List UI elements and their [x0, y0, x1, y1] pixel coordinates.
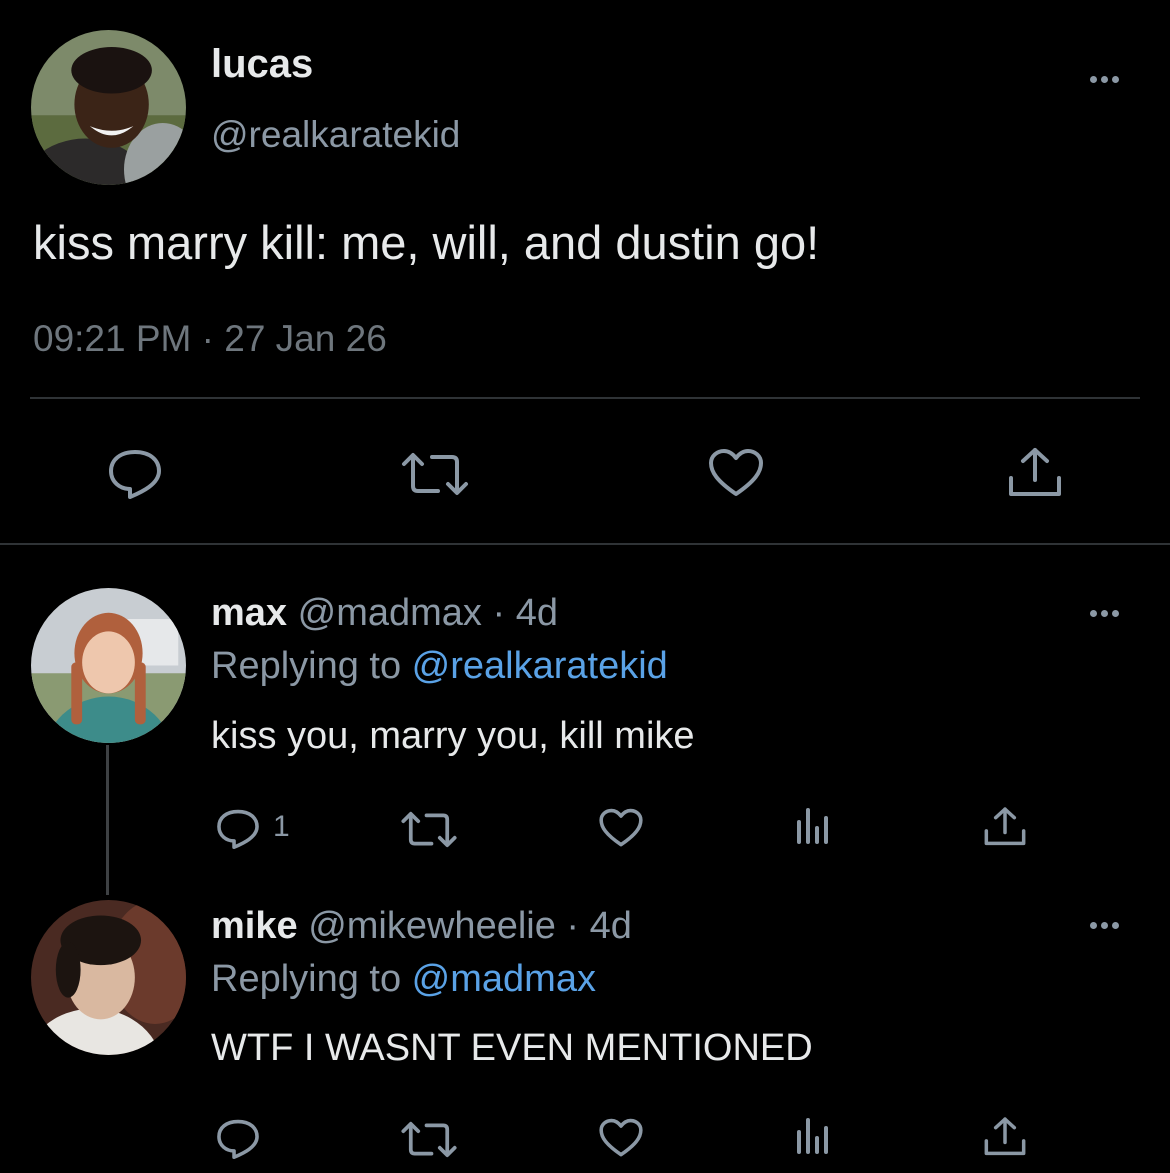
avatar-max-image: [31, 588, 186, 743]
replying-to: Replying to @madmax: [211, 958, 596, 1001]
reply-author-name[interactable]: mike: [211, 905, 298, 947]
retweet-icon[interactable]: [400, 811, 458, 848]
section-divider: [0, 543, 1170, 545]
author-name[interactable]: lucas: [211, 42, 313, 87]
analytics-icon[interactable]: [795, 806, 831, 846]
more-options-icon[interactable]: [1084, 70, 1125, 89]
reply-header: mike @mikewheelie · 4d: [211, 905, 632, 948]
reply-count: 1: [273, 810, 290, 843]
like-icon[interactable]: [707, 448, 765, 498]
reply-author-handle[interactable]: @madmax: [298, 592, 482, 634]
reply-age: · 4d: [566, 905, 632, 947]
analytics-icon[interactable]: [795, 1116, 831, 1156]
avatar-mike[interactable]: [31, 900, 186, 1055]
reply-text: WTF I WASNT EVEN MENTIONED: [211, 1027, 813, 1069]
more-options-icon[interactable]: [1084, 916, 1125, 935]
replying-to-link[interactable]: @realkaratekid: [412, 645, 668, 687]
replying-to-link[interactable]: @madmax: [412, 958, 596, 1000]
share-icon[interactable]: [983, 1116, 1027, 1158]
author-handle[interactable]: @realkaratekid: [211, 114, 460, 156]
tweet-timestamp: 09:21 PM · 27 Jan 26: [33, 318, 387, 359]
replying-to-label: Replying to: [211, 645, 412, 687]
reply-author-name[interactable]: max: [211, 592, 287, 634]
avatar-lucas-image: [31, 30, 186, 185]
more-options-icon[interactable]: [1084, 604, 1125, 623]
reply-age: · 4d: [492, 592, 558, 634]
avatar-lucas[interactable]: [31, 30, 186, 185]
retweet-icon[interactable]: [400, 452, 470, 496]
avatar-max[interactable]: [31, 588, 186, 743]
tweet-text: kiss marry kill: me, will, and dustin go…: [33, 216, 820, 269]
replying-to: Replying to @realkaratekid: [211, 645, 668, 688]
avatar-mike-image: [31, 900, 186, 1055]
reply-author-handle[interactable]: @mikewheelie: [308, 905, 556, 947]
like-icon[interactable]: [598, 808, 644, 848]
replying-to-label: Replying to: [211, 958, 412, 1000]
reply-icon[interactable]: [215, 1118, 261, 1160]
reply-header: max @madmax · 4d: [211, 592, 558, 635]
retweet-icon[interactable]: [400, 1121, 458, 1158]
reply-icon[interactable]: [215, 808, 261, 850]
thread-connector: [106, 745, 109, 895]
share-icon[interactable]: [1007, 446, 1063, 500]
reply-text: kiss you, marry you, kill mike: [211, 715, 695, 757]
divider: [30, 397, 1140, 399]
like-icon[interactable]: [598, 1118, 644, 1158]
reply-icon[interactable]: [106, 448, 164, 500]
share-icon[interactable]: [983, 806, 1027, 848]
